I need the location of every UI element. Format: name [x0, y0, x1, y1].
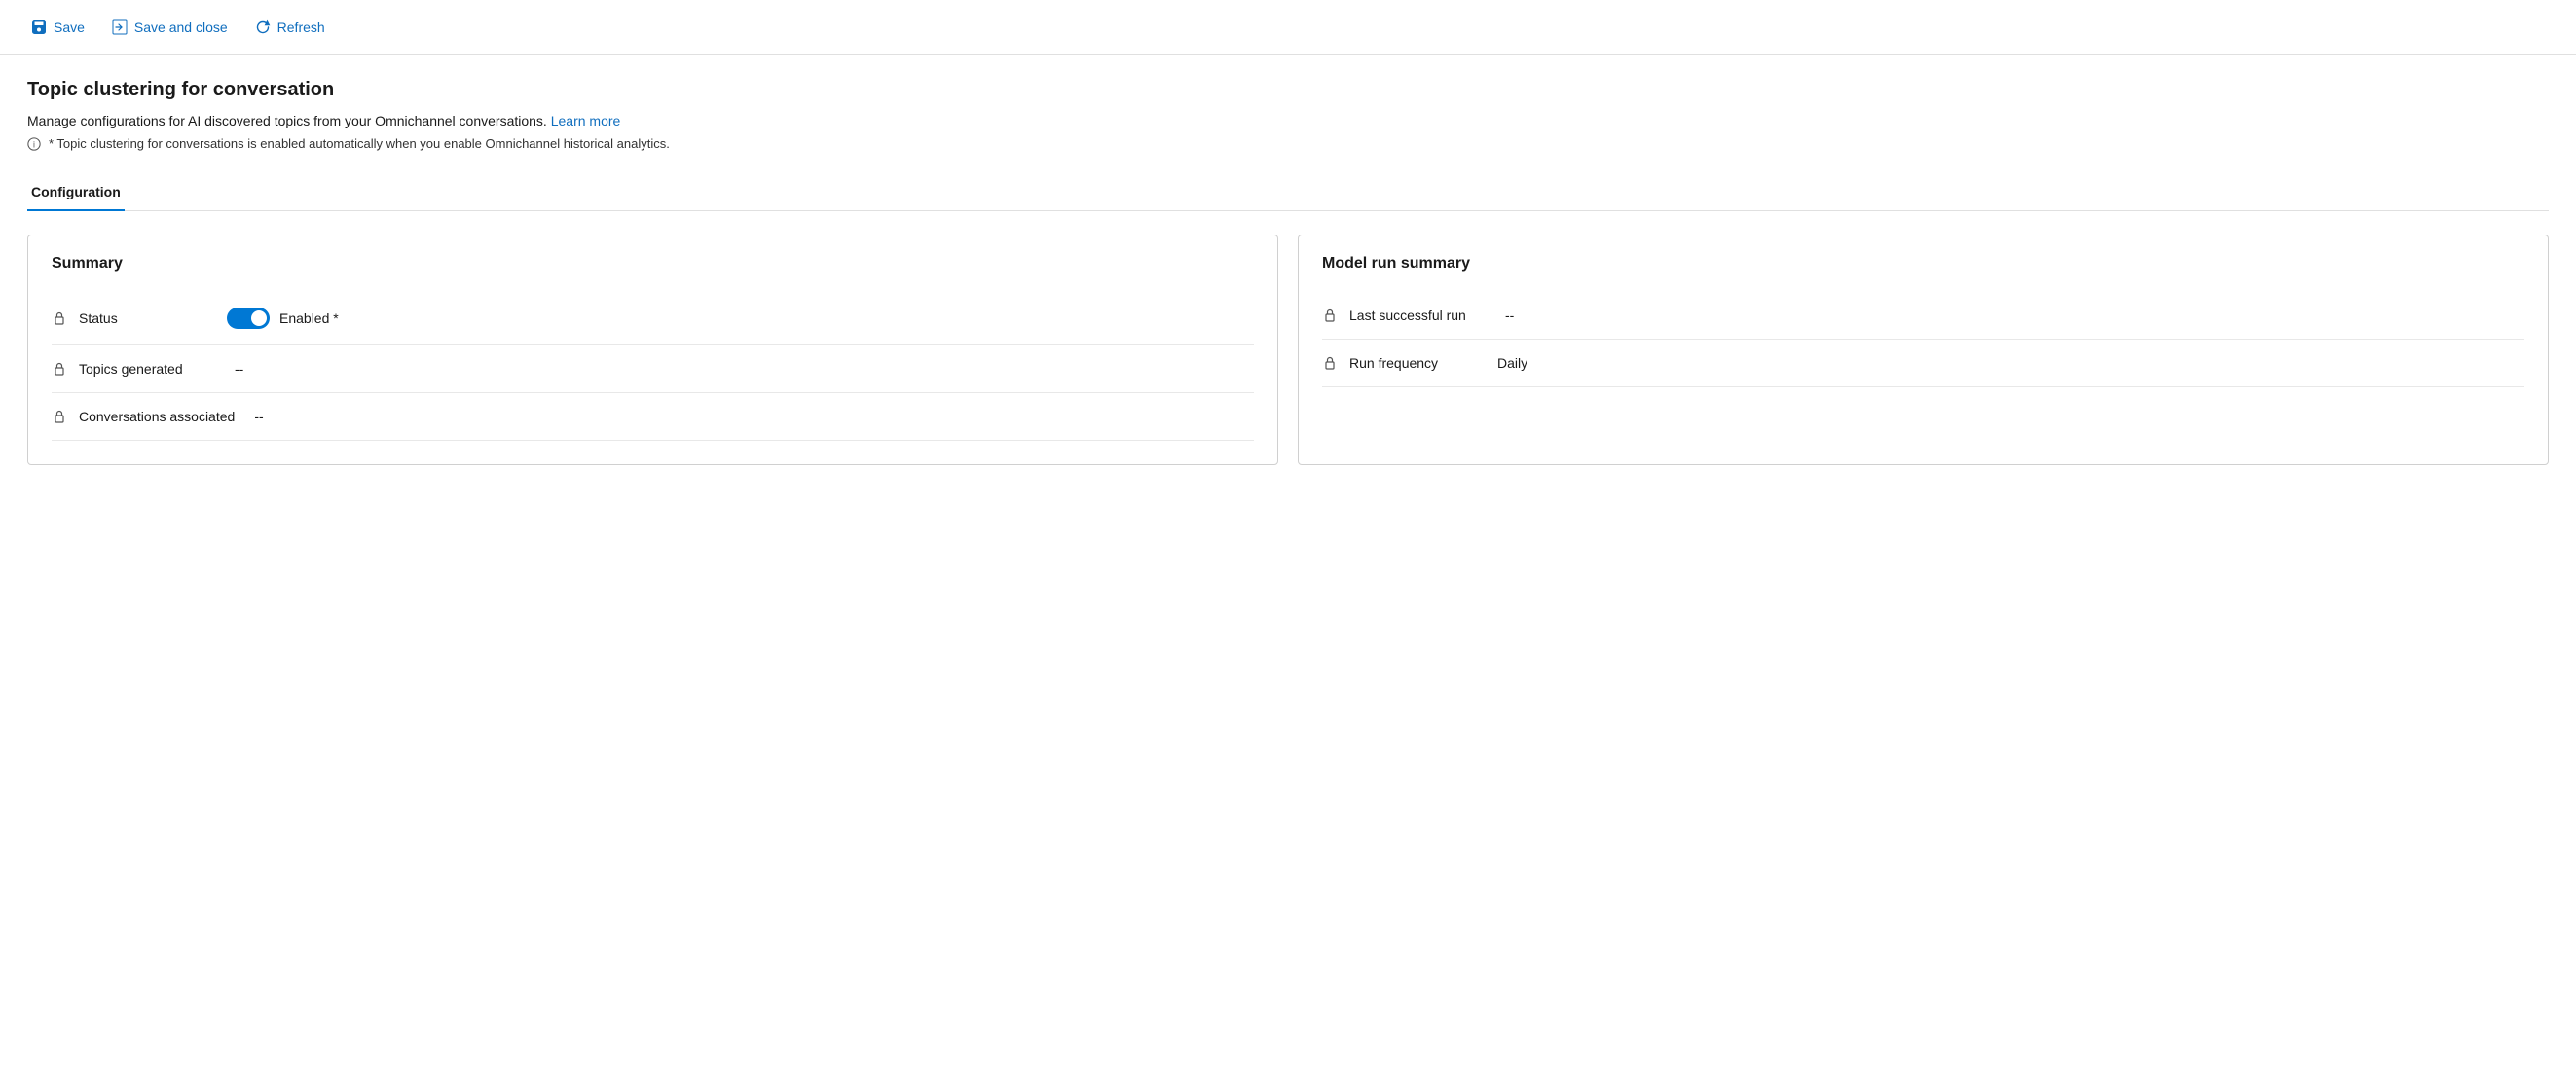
save-button[interactable]: Save [19, 14, 96, 41]
page-title: Topic clustering for conversation [27, 79, 2549, 101]
info-note: i * Topic clustering for conversations i… [27, 136, 2549, 151]
model-run-card-title: Model run summary [1322, 255, 2524, 272]
save-label: Save [54, 19, 85, 35]
svg-text:i: i [33, 140, 35, 150]
last-run-lock-icon [1322, 308, 1338, 323]
toggle-knob [251, 310, 267, 326]
status-label: Status [79, 310, 215, 326]
conversations-lock-icon [52, 409, 67, 424]
conversations-associated-field-row: Conversations associated -- [52, 393, 1254, 441]
conversations-associated-value: -- [254, 409, 263, 424]
description-text: Manage configurations for AI discovered … [27, 113, 547, 128]
save-icon [31, 19, 47, 35]
run-frequency-lock-icon [1322, 355, 1338, 371]
summary-card-title: Summary [52, 255, 1254, 272]
topics-generated-field-row: Topics generated -- [52, 345, 1254, 393]
info-icon: i [27, 137, 41, 151]
refresh-icon [255, 19, 271, 35]
model-run-card: Model run summary Last successful run --… [1298, 235, 2549, 465]
run-frequency-value: Daily [1497, 355, 1527, 371]
tab-configuration[interactable]: Configuration [27, 174, 125, 211]
conversations-associated-label: Conversations associated [79, 409, 235, 424]
summary-card: Summary Status Enabled * [27, 235, 1278, 465]
status-value-label: Enabled * [279, 310, 339, 326]
refresh-label: Refresh [277, 19, 325, 35]
learn-more-link[interactable]: Learn more [551, 113, 621, 128]
main-content: Topic clustering for conversation Manage… [0, 55, 2576, 489]
refresh-button[interactable]: Refresh [243, 14, 337, 41]
save-and-close-label: Save and close [134, 19, 228, 35]
run-frequency-label: Run frequency [1349, 355, 1486, 371]
last-run-value: -- [1505, 308, 1514, 323]
toolbar: Save Save and close Refresh [0, 0, 2576, 55]
save-close-icon [112, 19, 128, 35]
topics-lock-icon [52, 361, 67, 377]
tabs-bar: Configuration [27, 174, 2549, 211]
status-toggle[interactable] [227, 308, 270, 329]
topics-generated-label: Topics generated [79, 361, 215, 377]
status-lock-icon [52, 310, 67, 326]
cards-row: Summary Status Enabled * [27, 235, 2549, 465]
run-frequency-field-row: Run frequency Daily [1322, 340, 2524, 387]
status-toggle-container: Enabled * [227, 308, 339, 329]
last-run-label: Last successful run [1349, 308, 1486, 323]
topics-generated-value: -- [235, 361, 243, 377]
save-and-close-button[interactable]: Save and close [100, 14, 239, 41]
status-field-row: Status Enabled * [52, 292, 1254, 345]
last-run-field-row: Last successful run -- [1322, 292, 2524, 340]
info-note-text: * Topic clustering for conversations is … [49, 136, 670, 151]
page-description: Manage configurations for AI discovered … [27, 113, 2549, 128]
